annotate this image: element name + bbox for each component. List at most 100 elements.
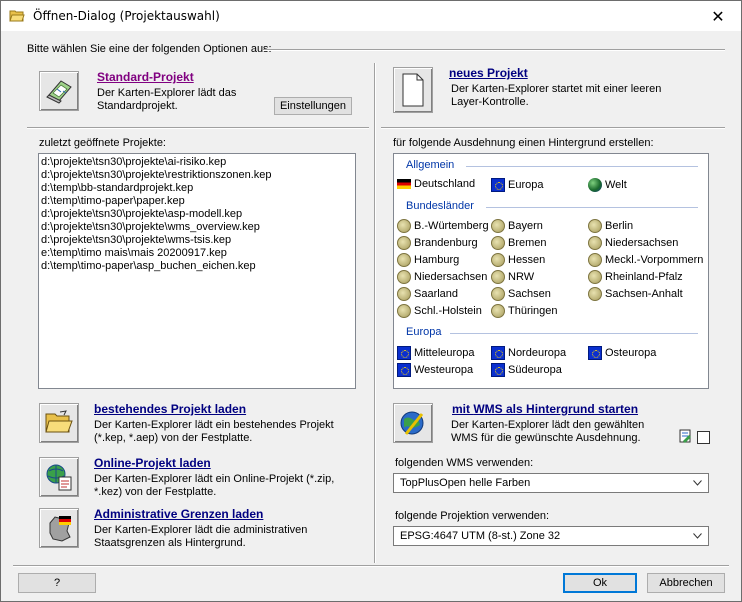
- state-seal-icon: [491, 253, 505, 267]
- chevron-down-icon: [693, 480, 702, 486]
- ok-button[interactable]: Ok: [563, 573, 637, 593]
- extent-state[interactable]: Bremen: [491, 236, 547, 250]
- wms-start-title[interactable]: mit WMS als Hintergrund starten: [452, 402, 638, 416]
- extent-label: Berlin: [605, 220, 634, 232]
- settings-button[interactable]: Einstellungen: [274, 97, 352, 115]
- state-seal-icon: [397, 287, 411, 301]
- extent-europa[interactable]: Europa: [491, 178, 543, 192]
- extent-label: Westeuropa: [414, 364, 474, 376]
- extent-label: Bremen: [508, 237, 547, 249]
- extent-label: Thüringen: [508, 305, 558, 317]
- germany-flag-icon: [397, 179, 411, 189]
- load-project-description: Der Karten-Explorer lädt ein bestehendes…: [94, 419, 334, 444]
- projection-select-label: folgende Projektion verwenden:: [395, 510, 550, 522]
- extent-state[interactable]: NRW: [491, 270, 534, 284]
- recent-projects-list[interactable]: d:\projekte\tsn30\projekte\ai-risiko.kep…: [38, 153, 356, 389]
- chevron-down-icon: [693, 533, 702, 539]
- footer-divider: [13, 565, 729, 567]
- list-item[interactable]: d:\projekte\tsn30\projekte\wms_overview.…: [39, 221, 355, 234]
- eu-flag-icon: [588, 346, 602, 360]
- extent-state[interactable]: Niedersachsen: [588, 236, 678, 250]
- extent-state[interactable]: B.-Würtemberg: [397, 219, 489, 233]
- state-seal-icon: [397, 304, 411, 318]
- extent-region[interactable]: Westeuropa: [397, 363, 473, 377]
- section-europa: Europa: [406, 326, 442, 338]
- extent-state[interactable]: Hessen: [491, 253, 545, 267]
- online-project-title[interactable]: Online-Projekt laden: [94, 456, 211, 470]
- cancel-button[interactable]: Abbrechen: [647, 573, 725, 593]
- extent-deutschland[interactable]: Deutschland: [397, 178, 475, 190]
- list-item[interactable]: d:\temp\timo-paper\asp_buchen_eichen.kep: [39, 260, 355, 273]
- projection-select[interactable]: EPSG:4647 UTM (8-st.) Zone 32: [393, 526, 709, 546]
- list-item[interactable]: d:\projekte\tsn30\projekte\ai-risiko.kep: [39, 156, 355, 169]
- extent-state[interactable]: Hamburg: [397, 253, 459, 267]
- list-item[interactable]: d:\projekte\tsn30\projekte\asp-modell.ke…: [39, 208, 355, 221]
- new-project-title[interactable]: neues Projekt: [449, 66, 528, 80]
- extent-state[interactable]: Brandenburg: [397, 236, 478, 250]
- state-seal-icon: [397, 236, 411, 250]
- extent-label: Südeuropa: [508, 364, 562, 376]
- list-item[interactable]: d:\projekte\tsn30\projekte\restriktionsz…: [39, 169, 355, 182]
- wms-start-title-pre: mit: [452, 402, 474, 416]
- extent-label: Saarland: [414, 288, 459, 300]
- load-project-title-text: estehendes Projekt laden: [101, 402, 247, 416]
- admin-borders-button[interactable]: [39, 508, 79, 548]
- extent-state[interactable]: Schl.-Holstein: [397, 304, 482, 318]
- extent-label: Hamburg: [414, 254, 460, 266]
- recent-label: zuletzt geöffnete Projekte:: [39, 137, 166, 149]
- list-item[interactable]: d:\temp\timo-paper\paper.kep: [39, 195, 355, 208]
- globe-pen-icon: [400, 411, 424, 435]
- standard-project-button[interactable]: [39, 71, 79, 111]
- close-button[interactable]: ✕: [695, 1, 741, 31]
- extent-label: Schl.-Holstein: [414, 305, 482, 317]
- wms-select[interactable]: TopPlusOpen helle Farben: [393, 473, 709, 493]
- germany-map-icon: [49, 516, 71, 542]
- admin-borders-description: Der Karten-Explorer lädt die administrat…: [94, 524, 308, 549]
- extent-region[interactable]: Osteuropa: [588, 346, 656, 360]
- eu-flag-icon: [491, 178, 505, 192]
- wms-start-button[interactable]: [393, 403, 433, 443]
- extent-label: Nordeuropa: [508, 347, 567, 359]
- extent-label: Welt: [605, 179, 627, 191]
- load-project-button[interactable]: [39, 403, 79, 443]
- extent-state[interactable]: Thüringen: [491, 304, 558, 318]
- state-seal-icon: [397, 253, 411, 267]
- load-project-title[interactable]: bestehendes Projekt laden: [94, 402, 246, 416]
- extent-state[interactable]: Bayern: [491, 219, 543, 233]
- new-project-button[interactable]: [393, 67, 433, 113]
- list-item[interactable]: e:\temp\timo mais\mais 20200917.kep: [39, 247, 355, 260]
- state-seal-icon: [397, 270, 411, 284]
- online-project-description: Der Karten-Explorer lädt ein Online-Proj…: [94, 473, 335, 498]
- online-project-button[interactable]: [39, 457, 79, 497]
- extent-state[interactable]: Sachsen-Anhalt: [588, 287, 683, 301]
- admin-borders-title[interactable]: Administrative Grenzen laden: [94, 507, 263, 521]
- extent-state[interactable]: Berlin: [588, 219, 633, 233]
- help-button[interactable]: ?: [18, 573, 96, 593]
- extent-label: Bayern: [508, 220, 543, 232]
- standard-project-title[interactable]: Standard-Projekt: [97, 70, 194, 84]
- extent-region[interactable]: Mitteleuropa: [397, 346, 475, 360]
- extent-region[interactable]: Nordeuropa: [491, 346, 566, 360]
- extent-state[interactable]: Rheinland-Pfalz: [588, 270, 683, 284]
- extent-state[interactable]: Sachsen: [491, 287, 551, 301]
- admin-borders-title-text: dministrative Grenzen laden: [102, 507, 264, 521]
- extent-state[interactable]: Meckl.-Vorpommern: [588, 253, 703, 267]
- extent-state[interactable]: Niedersachsen: [397, 270, 487, 284]
- extent-label: Brandenburg: [414, 237, 478, 249]
- list-item[interactable]: d:\projekte\tsn30\projekte\wms-tsis.kep: [39, 234, 355, 247]
- dialog-window: Öffnen-Dialog (Projektauswahl) ✕ Bitte w…: [0, 0, 742, 602]
- extent-welt[interactable]: Welt: [588, 178, 627, 192]
- extent-label: Deutschland: [414, 178, 476, 190]
- extent-state[interactable]: Saarland: [397, 287, 458, 301]
- title-bar: Öffnen-Dialog (Projektauswahl) ✕: [1, 1, 741, 31]
- wms-checkbox[interactable]: [697, 431, 710, 444]
- list-item[interactable]: d:\temp\bb-standardprojekt.kep: [39, 182, 355, 195]
- state-seal-icon: [491, 304, 505, 318]
- section-bundeslaender-line: [486, 207, 698, 208]
- extent-label: Rheinland-Pfalz: [605, 271, 683, 283]
- extent-label: Niedersachsen: [605, 237, 679, 249]
- section-europa-line: [450, 333, 698, 334]
- extent-region[interactable]: Südeuropa: [491, 363, 562, 377]
- eu-flag-icon: [397, 363, 411, 377]
- state-seal-icon: [588, 287, 602, 301]
